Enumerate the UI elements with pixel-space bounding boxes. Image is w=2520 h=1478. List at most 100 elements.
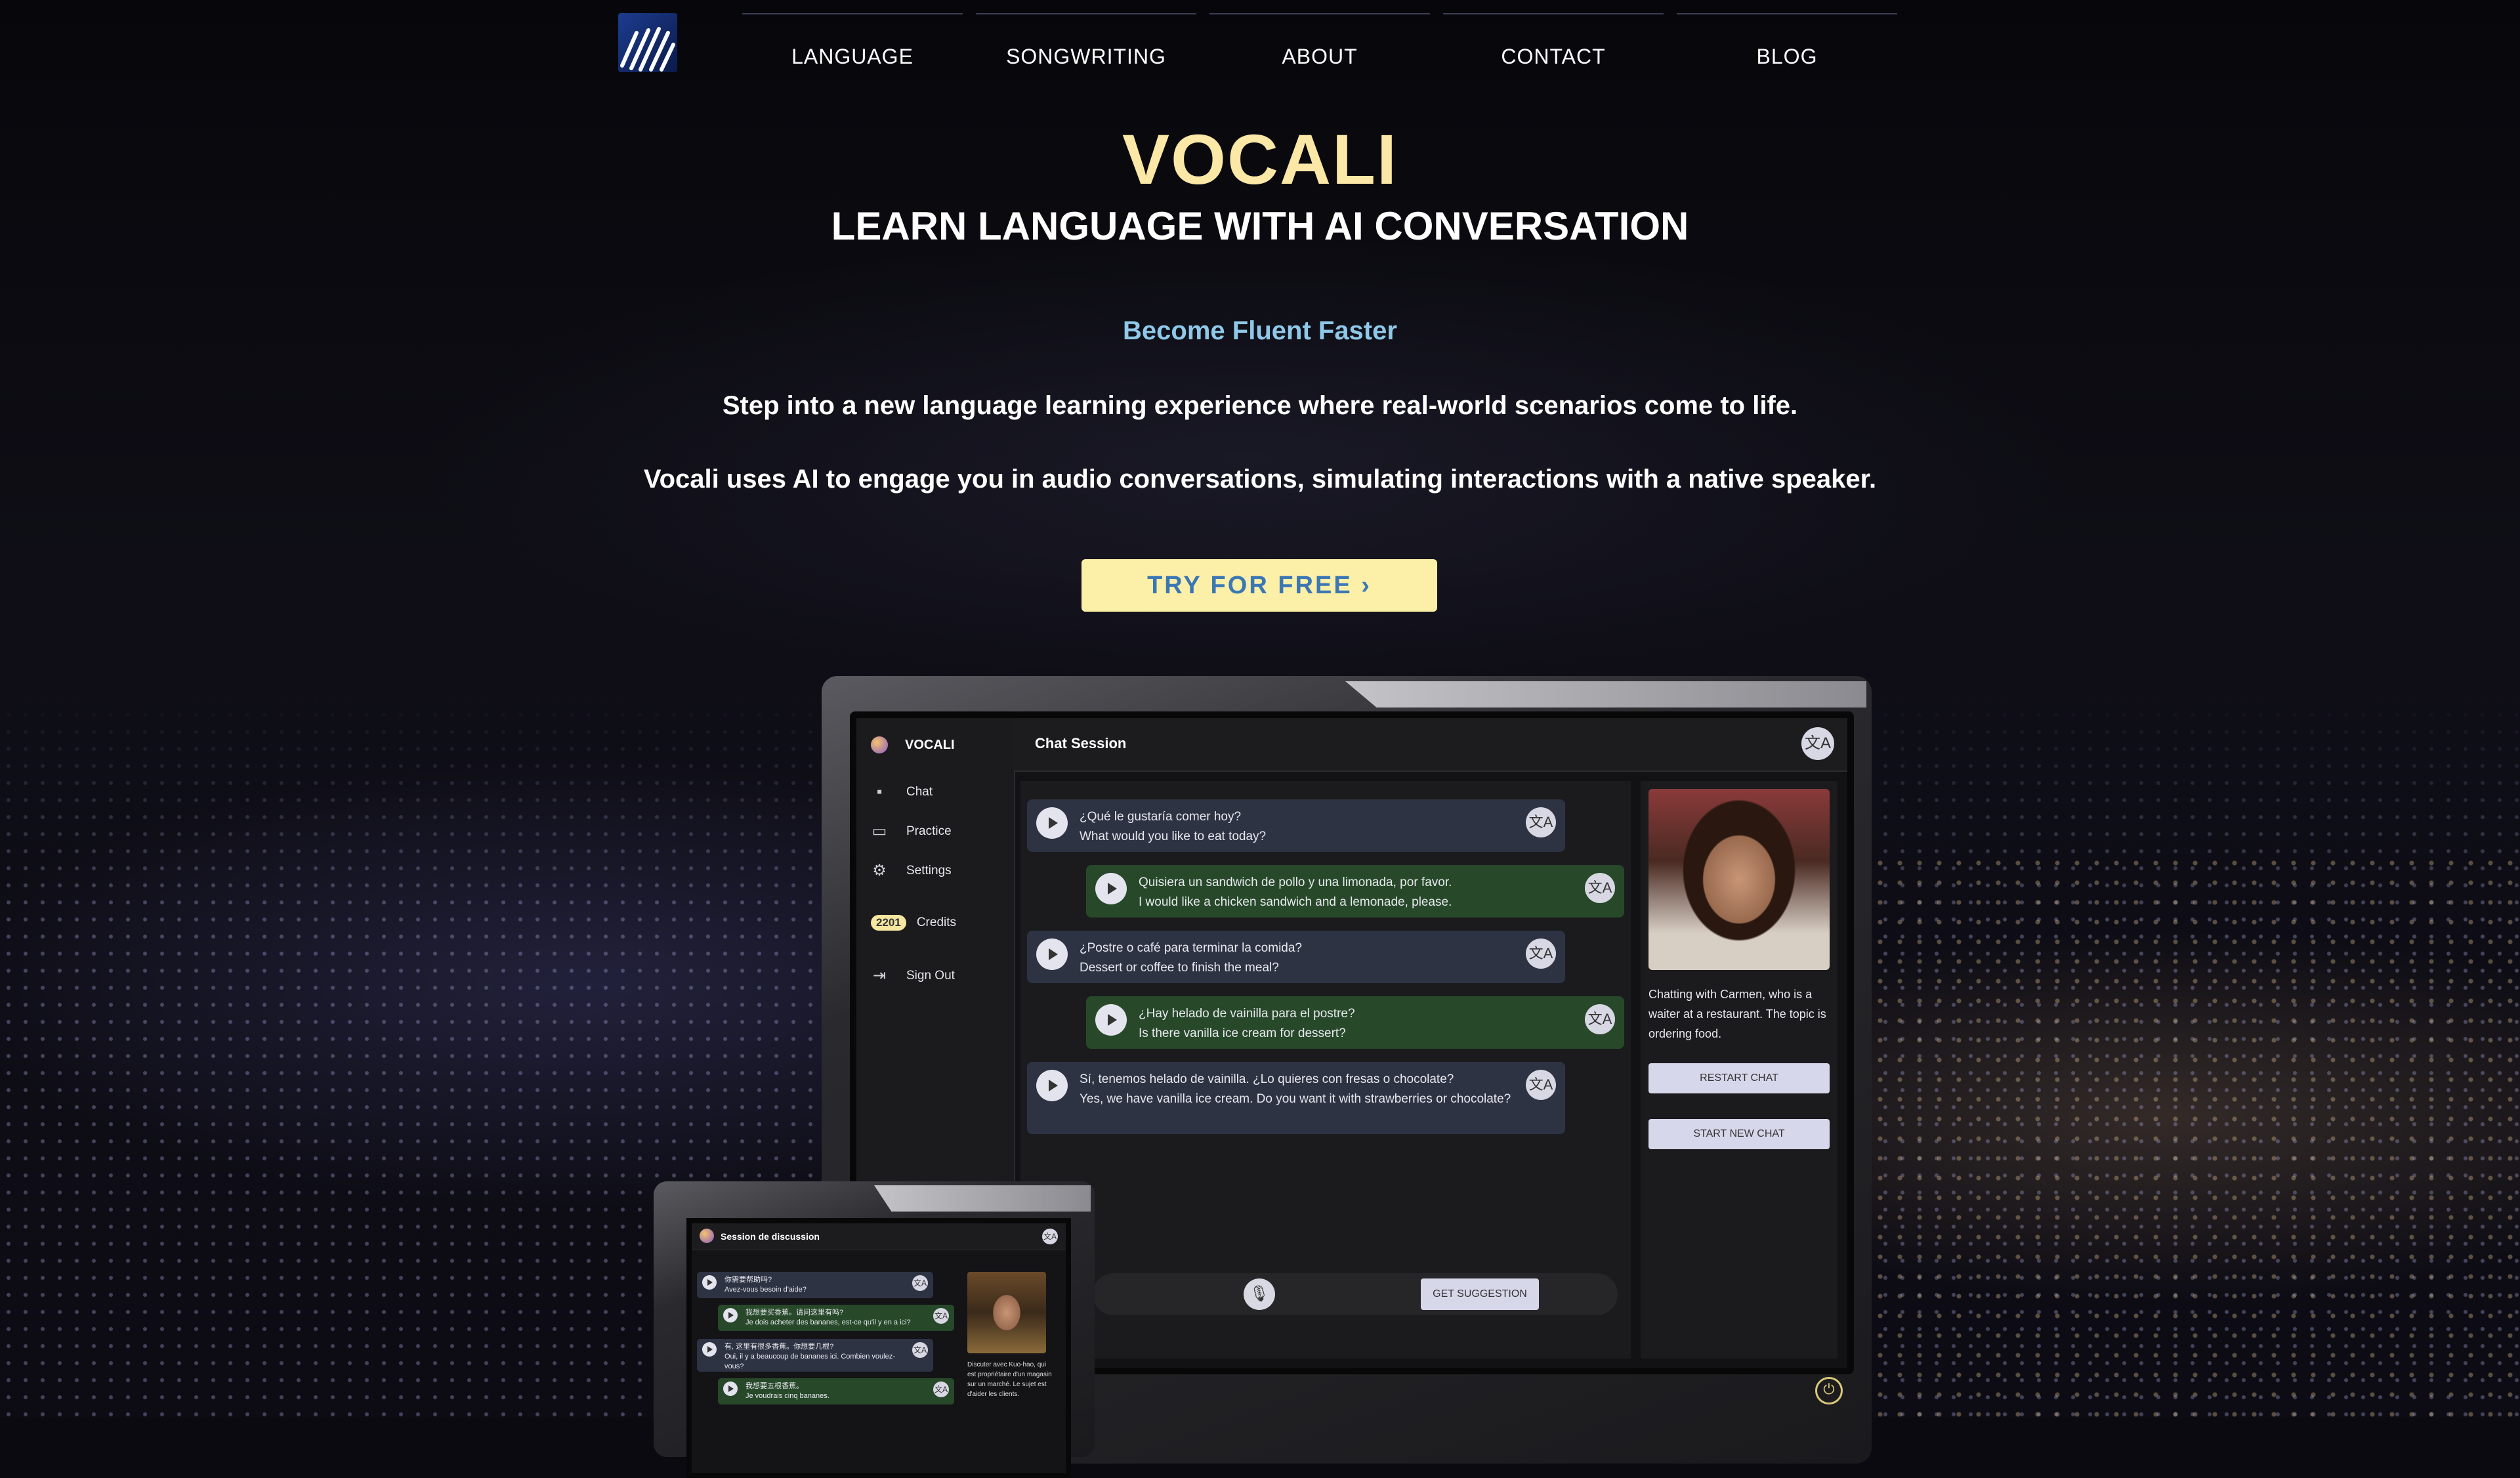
translate-icon[interactable]: 文A [1585,1004,1615,1034]
sidebar-item-sign-out[interactable]: ⇥ Sign Out [871,967,955,984]
sidebar-item-practice[interactable]: ▭ Practice [871,823,952,840]
app-brand: VOCALI [871,736,955,753]
play-icon[interactable] [723,1382,738,1396]
power-icon: ⏻ [1815,1377,1843,1404]
character-description: Chatting with Carmen, who is a waiter at… [1648,988,1826,1040]
brand-orb-icon [871,736,888,753]
tablet-glare [874,1185,1091,1212]
hero-subtitle: LEARN LANGUAGE WITH AI CONVERSATION [831,204,1689,248]
play-icon[interactable] [702,1275,717,1290]
get-suggestion-button[interactable]: GET SUGGESTION [1421,1278,1539,1310]
translate-icon[interactable]: 文A [912,1275,928,1291]
message-text: ¿Hay helado de vainilla para el postre? … [1139,1004,1585,1044]
character-panel: Chatting with Carmen, who is a waiter at… [1641,781,1838,1359]
translate-icon[interactable]: 文A [1585,873,1615,903]
chat-icon: ▪ [876,783,883,801]
gear-icon: ⚙ [872,862,887,879]
sidebar-item-settings[interactable]: ⚙ Settings [871,862,952,879]
message-original: 我想要五根香蕉。 [746,1382,803,1390]
hero-title: VOCALI [1122,119,1398,199]
message-original: 有, 这里有很多香蕉。你想要几根? [724,1343,834,1351]
tablet-screen: Session de discussion 文A 你需要帮助吗? Avez-vo… [686,1218,1071,1478]
message-translation: Yes, we have vanilla ice cream. Do you w… [1080,1092,1511,1106]
sidebar-item-credits[interactable]: 2201 Credits [871,915,956,931]
character-portrait [1648,789,1830,970]
message-translation: Oui, il y a beaucoup de bananes ici. Com… [724,1353,895,1370]
translate-icon[interactable]: 文A [1042,1229,1058,1244]
nav-language[interactable]: LANGUAGE [742,13,963,98]
message-translation: Dessert or coffee to finish the meal? [1080,961,1279,975]
message-original: ¿Postre o café para terminar la comida? [1080,941,1302,955]
hero-tagline: Become Fluent Faster [1123,316,1397,345]
chat-message-user: Quisiera un sandwich de pollo y una limo… [1086,865,1624,918]
message-translation: Je voudrais cinq bananes. [746,1392,830,1400]
message-translation: Is there vanilla ice cream for dessert? [1139,1026,1346,1040]
tablet-mockup: Session de discussion 文A 你需要帮助吗? Avez-vo… [654,1181,1095,1478]
translate-icon[interactable]: 文A [1801,727,1834,760]
translate-icon[interactable]: 文A [933,1382,949,1397]
message-text: 有, 这里有很多香蕉。你想要几根? Oui, il y a beaucoup d… [724,1342,912,1372]
message-text: 你需要帮助吗? Avez-vous besoin d'aide? [724,1275,912,1295]
play-icon[interactable] [1036,1070,1068,1101]
message-text: ¿Postre o café para terminar la comida? … [1080,939,1526,978]
app-brand-label: VOCALI [905,737,955,752]
message-translation: Avez-vous besoin d'aide? [724,1286,807,1294]
message-translation: What would you like to eat today? [1080,830,1267,843]
translate-icon[interactable]: 文A [1526,1070,1556,1100]
play-icon[interactable] [723,1308,738,1322]
chat-session-title: Chat Session [1035,735,1127,751]
translate-icon[interactable]: 文A [1526,807,1556,837]
main-nav: LANGUAGE SONGWRITING ABOUT CONTACT BLOG [742,13,1897,98]
laptop-glare [1345,681,1866,707]
start-new-chat-button[interactable]: START NEW CHAT [1648,1119,1830,1149]
message-text: Sí, tenemos helado de vainilla. ¿Lo quie… [1080,1070,1526,1109]
play-icon[interactable] [1036,807,1068,839]
translate-icon[interactable]: 文A [1526,939,1556,969]
chat-message-ai: 你需要帮助吗? Avez-vous besoin d'aide? 文A [697,1272,933,1298]
chat-message-ai: ¿Qué le gustaría comer hoy? What would y… [1027,799,1565,852]
microphone-icon[interactable]: 🎙 [1244,1278,1275,1310]
brand-orb-icon [700,1229,714,1243]
sidebar-item-label: Practice [906,824,952,838]
message-translation: I would like a chicken sandwich and a le… [1139,895,1452,909]
play-icon[interactable] [702,1342,717,1357]
nav-blog[interactable]: BLOG [1677,13,1897,98]
play-icon[interactable] [1095,873,1127,904]
sidebar-item-label: Chat [906,785,933,799]
chat-message-user: 我想要买香蕉。请问这里有吗? Je dois acheter des banan… [718,1305,954,1331]
message-text: 我想要买香蕉。请问这里有吗? Je dois acheter des banan… [746,1308,933,1328]
sidebar-item-label: Credits [916,916,957,929]
restart-chat-button[interactable]: RESTART CHAT [1648,1063,1830,1093]
translate-icon[interactable]: 文A [933,1308,949,1324]
logo-stripes-icon [620,27,675,72]
hero-paragraph-1: Step into a new language learning experi… [722,391,1798,420]
message-translation: Je dois acheter des bananes, est-ce qu'i… [746,1319,911,1326]
nav-songwriting[interactable]: SONGWRITING [976,13,1196,98]
chat-message-ai: ¿Postre o café para terminar la comida? … [1027,931,1565,983]
try-for-free-button[interactable]: TRY FOR FREE › [1082,559,1437,612]
message-original: 我想要买香蕉。请问这里有吗? [746,1309,844,1317]
chat-message-ai: 有, 这里有很多香蕉。你想要几根? Oui, il y a beaucoup d… [697,1339,933,1372]
chat-message-user: 我想要五根香蕉。 Je voudrais cinq bananes. 文A [718,1378,954,1404]
play-icon[interactable] [1095,1004,1127,1036]
chat-area: ¿Qué le gustaría comer hoy? What would y… [1020,781,1631,1359]
character-description: Discuter avec Kuo-hao, qui est propriéta… [967,1361,1052,1398]
chat-input-bar: 🎙 GET SUGGESTION [1093,1273,1618,1315]
site-logo[interactable] [618,13,677,72]
message-text: ¿Qué le gustaría comer hoy? What would y… [1080,807,1526,847]
character-portrait [967,1272,1046,1353]
sidebar-item-chat[interactable]: ▪ Chat [871,784,933,801]
book-icon: ▭ [872,822,887,840]
tablet-header: Session de discussion 文A [692,1223,1066,1250]
message-original: 你需要帮助吗? [724,1276,772,1284]
chat-message-user: ¿Hay helado de vainilla para el postre? … [1086,996,1624,1049]
translate-icon[interactable]: 文A [912,1342,928,1358]
nav-about[interactable]: ABOUT [1209,13,1430,98]
play-icon[interactable] [1036,939,1068,970]
credits-count-badge: 2201 [871,915,906,931]
tablet-session-title: Session de discussion [721,1231,820,1242]
message-original: ¿Hay helado de vainilla para el postre? [1139,1007,1355,1021]
sidebar-item-label: Sign Out [906,969,955,982]
nav-contact[interactable]: CONTACT [1443,13,1664,98]
sidebar-item-label: Settings [906,864,952,877]
